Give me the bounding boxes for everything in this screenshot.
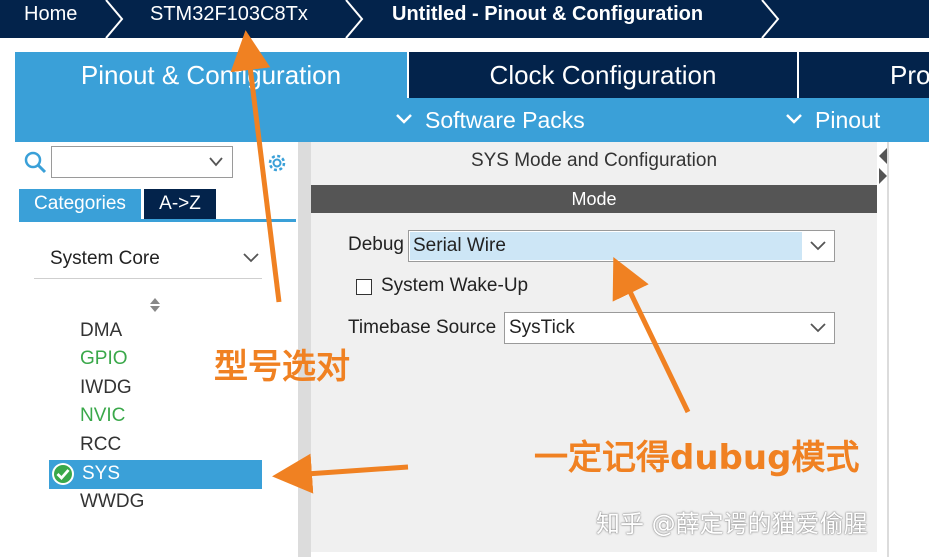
list-item-gpio[interactable]: GPIO: [80, 345, 128, 373]
breadcrumb: Home STM32F103C8Tx Untitled - Pinout & C…: [0, 0, 929, 38]
list-item-sys[interactable]: SYS: [82, 460, 120, 488]
breadcrumb-chevron-icon: [761, 0, 780, 38]
breadcrumb-home[interactable]: Home: [24, 0, 77, 30]
right-panel: [877, 142, 929, 557]
search-icon[interactable]: [24, 151, 48, 175]
chevron-down-icon: [810, 323, 826, 333]
breadcrumb-device[interactable]: STM32F103C8Tx: [150, 0, 308, 30]
tab-pinout-configuration[interactable]: Pinout & Configuration: [15, 52, 407, 98]
list-item-iwdg[interactable]: IWDG: [80, 374, 132, 402]
main-tabs: Pinout & Configuration Clock Configurati…: [15, 52, 929, 98]
debug-select-value: Serial Wire: [413, 235, 506, 256]
sort-icon[interactable]: [148, 296, 162, 314]
tab-clock-configuration[interactable]: Clock Configuration: [409, 52, 797, 98]
tab-underline: [19, 219, 296, 222]
timebase-source-value: SysTick: [509, 317, 575, 338]
list-item-selected-background: [49, 460, 262, 489]
tab-label: Pinout & Configuration: [80, 60, 342, 90]
system-wakeup-checkbox[interactable]: [356, 279, 372, 295]
tab-categories[interactable]: Categories: [19, 189, 141, 219]
breadcrumb-chevron-icon: [105, 0, 124, 38]
chevron-down-icon: [396, 114, 412, 124]
annotation-model-text: 型号选对: [214, 347, 350, 387]
check-circle-icon: [52, 463, 74, 485]
list-item-wwdg[interactable]: WWDG: [80, 488, 144, 516]
tab-a-z[interactable]: A->Z: [144, 189, 216, 219]
tab-project-manager[interactable]: Pro: [799, 52, 929, 98]
chevron-down-icon: [243, 253, 259, 263]
mode-header: Mode: [311, 185, 877, 213]
breadcrumb-chevron-icon: [345, 0, 364, 38]
collapse-arrow-icon[interactable]: [877, 146, 889, 186]
category-select-value: System Core: [50, 248, 160, 269]
category-select[interactable]: System Core: [34, 240, 262, 279]
debug-label: Debug: [348, 234, 404, 255]
search-input[interactable]: [51, 146, 233, 178]
debug-select[interactable]: Serial Wire: [408, 230, 835, 262]
tab-label: Pro: [890, 60, 929, 90]
system-wakeup-label: System Wake-Up: [381, 275, 529, 296]
chevron-down-icon: [786, 114, 802, 124]
timebase-source-select[interactable]: SysTick: [504, 312, 835, 344]
tab-label: Categories: [34, 193, 126, 214]
tab-label: Clock Configuration: [489, 60, 717, 90]
list-item-nvic[interactable]: NVIC: [80, 402, 125, 430]
sub-toolbar: Software Packs Pinout: [15, 98, 929, 142]
right-panel-border: [887, 142, 889, 557]
pinout-menu[interactable]: Pinout: [815, 98, 880, 142]
list-item-dma[interactable]: DMA: [80, 317, 122, 345]
software-packs-menu[interactable]: Software Packs: [425, 98, 585, 142]
breadcrumb-project[interactable]: Untitled - Pinout & Configuration: [392, 0, 703, 30]
timebase-source-label: Timebase Source: [348, 317, 497, 338]
panel-title: SYS Mode and Configuration: [470, 150, 718, 171]
watermark: 知乎 @薛定谔的猫爱偷腥: [596, 510, 868, 538]
chevron-down-icon[interactable]: [208, 156, 224, 168]
list-item-rcc[interactable]: RCC: [80, 431, 121, 459]
gear-icon[interactable]: [265, 151, 289, 175]
tab-label: A->Z: [159, 193, 201, 214]
chevron-down-icon: [810, 241, 826, 251]
annotation-debug-text: 一定记得dubug模式: [534, 438, 860, 478]
